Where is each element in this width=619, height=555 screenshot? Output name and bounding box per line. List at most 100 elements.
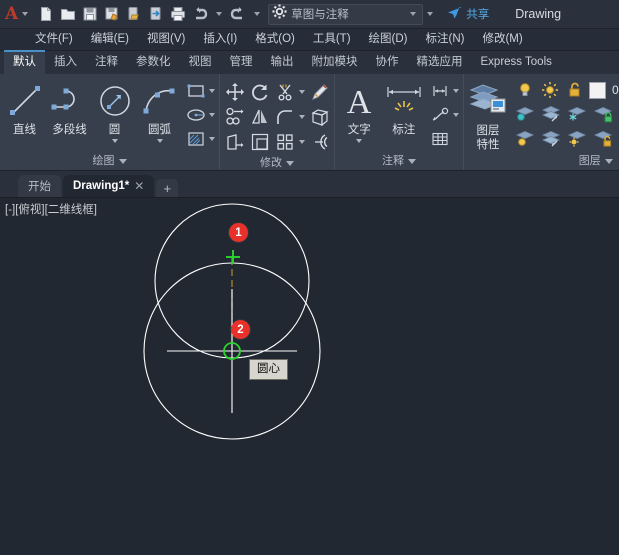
open-from-web-icon[interactable]	[146, 4, 166, 24]
array-icon[interactable]	[273, 130, 296, 153]
leader-row[interactable]	[429, 103, 459, 126]
layer-thaw-icon[interactable]	[566, 127, 589, 150]
close-icon[interactable]: ✕	[134, 180, 144, 192]
draw-circle-button[interactable]: 圆	[92, 77, 137, 143]
layer-off-icon[interactable]	[514, 102, 537, 125]
workspace-selector[interactable]: 草图与注释	[268, 4, 423, 25]
move-icon[interactable]	[223, 80, 246, 103]
array-chevron-down-icon[interactable]	[299, 140, 305, 144]
menu-item-dimension[interactable]: 标注(N)	[417, 29, 474, 50]
menu-item-draw[interactable]: 绘图(D)	[360, 29, 417, 50]
save-icon[interactable]	[80, 4, 100, 24]
share-button[interactable]: 共享	[447, 6, 489, 23]
ribbon-tab-manage[interactable]: 管理	[221, 52, 262, 74]
drawing-canvas[interactable]: [-][俯视][二维线框] 1 2 圆心	[0, 198, 619, 555]
layer-unisolate-icon[interactable]	[540, 127, 563, 150]
layers-panel-chevron-down-icon[interactable]	[605, 159, 613, 164]
layer-properties-button[interactable]: 图层 特性	[466, 77, 510, 152]
dimension-style-icon[interactable]	[429, 80, 451, 101]
stretch-icon[interactable]	[223, 130, 246, 153]
undo-icon[interactable]	[190, 4, 210, 24]
ribbon-tab-insert[interactable]: 插入	[45, 52, 86, 74]
annotation-text-chevron-down-icon[interactable]	[356, 139, 362, 143]
mirror-icon[interactable]	[248, 105, 271, 128]
ribbon-tab-collaborate[interactable]: 协作	[367, 52, 408, 74]
leader-chevron-down-icon[interactable]	[453, 113, 459, 117]
menu-item-tools[interactable]: 工具(T)	[304, 29, 360, 50]
ribbon-tab-home[interactable]: 默认	[4, 50, 45, 74]
draw-arc-button[interactable]: 圆弧	[137, 77, 182, 143]
draw-rectangle-row[interactable]	[185, 79, 215, 102]
draw-hatch-row[interactable]	[185, 127, 215, 150]
undo-chevron-down-icon[interactable]	[216, 12, 222, 16]
new-document-tab-button[interactable]: +	[156, 179, 178, 197]
menu-item-edit[interactable]: 编辑(E)	[82, 29, 138, 50]
ribbon-panel-draw-title[interactable]: 绘图	[2, 152, 217, 170]
ribbon-tab-featured-apps[interactable]: 精选应用	[408, 52, 472, 74]
ribbon-tab-output[interactable]: 输出	[262, 52, 303, 74]
redo-icon[interactable]	[228, 4, 248, 24]
menu-item-insert[interactable]: 插入(I)	[194, 29, 246, 50]
app-menu-chevron-down-icon[interactable]	[22, 12, 28, 16]
rectangle-chevron-down-icon[interactable]	[209, 89, 215, 93]
ribbon-tab-express-tools[interactable]: Express Tools	[472, 52, 561, 74]
unlock-icon[interactable]	[564, 80, 586, 101]
table-icon[interactable]	[429, 128, 451, 149]
hatch-icon[interactable]	[185, 128, 207, 149]
draw-panel-chevron-down-icon[interactable]	[119, 159, 127, 164]
redo-chevron-down-icon[interactable]	[254, 12, 260, 16]
hatch-chevron-down-icon[interactable]	[209, 137, 215, 141]
ribbon-panel-annotation-title[interactable]: 注释	[337, 152, 461, 170]
layer-isolate-icon[interactable]	[540, 102, 563, 125]
autocad-a-icon[interactable]: A	[5, 6, 18, 23]
layer-unlock-icon[interactable]	[592, 127, 615, 150]
lightbulb-on-icon[interactable]	[514, 80, 536, 101]
current-layer-value[interactable]: 0	[612, 83, 619, 97]
table-row-button[interactable]	[429, 127, 459, 150]
save-as-icon[interactable]	[102, 4, 122, 24]
ribbon-tab-annotate[interactable]: 注释	[86, 52, 127, 74]
sun-freeze-icon[interactable]	[539, 80, 561, 101]
menu-item-file[interactable]: 文件(F)	[26, 29, 82, 50]
ribbon-tab-view[interactable]: 视图	[180, 52, 221, 74]
open-file-icon[interactable]	[58, 4, 78, 24]
rectangle-icon[interactable]	[185, 80, 207, 101]
annotation-dimension-button[interactable]: 标注	[382, 77, 427, 137]
draw-ellipse-row[interactable]	[185, 103, 215, 126]
color-swatch-icon[interactable]	[589, 82, 606, 99]
ellipse-icon[interactable]	[185, 104, 207, 125]
layer-freeze-icon[interactable]	[566, 102, 589, 125]
ribbon-tab-parametric[interactable]: 参数化	[127, 52, 180, 74]
menu-item-view[interactable]: 视图(V)	[138, 29, 194, 50]
draw-circle-chevron-down-icon[interactable]	[112, 139, 118, 143]
fillet-chevron-down-icon[interactable]	[299, 115, 305, 119]
save-to-web-icon[interactable]	[124, 4, 144, 24]
document-tab-start[interactable]: 开始	[18, 175, 61, 197]
ribbon-panel-layers-title[interactable]: 图层	[466, 152, 619, 170]
layer-status-strip[interactable]: 0	[512, 77, 619, 101]
trim-chevron-down-icon[interactable]	[299, 90, 305, 94]
annotation-panel-chevron-down-icon[interactable]	[408, 159, 416, 164]
qat-customize-chevron-down-icon[interactable]	[427, 12, 433, 16]
dimension-style-chevron-down-icon[interactable]	[453, 89, 459, 93]
leader-icon[interactable]	[429, 104, 451, 125]
menu-item-modify[interactable]: 修改(M)	[473, 29, 531, 50]
copy-icon[interactable]	[223, 105, 246, 128]
draw-polyline-button[interactable]: 多段线	[47, 77, 92, 137]
rotate-icon[interactable]	[248, 80, 271, 103]
ribbon-panel-modify-title[interactable]: 修改	[222, 154, 332, 172]
document-tab-drawing1[interactable]: Drawing1* ✕	[63, 175, 154, 197]
offset-icon[interactable]	[308, 130, 331, 153]
layer-lock-icon[interactable]	[592, 102, 615, 125]
new-file-icon[interactable]	[36, 4, 56, 24]
trim-icon[interactable]	[273, 80, 296, 103]
menu-item-format[interactable]: 格式(O)	[246, 29, 304, 50]
scale-icon[interactable]	[248, 130, 271, 153]
fillet-icon[interactable]	[273, 105, 296, 128]
3d-array-icon[interactable]	[308, 105, 331, 128]
modify-panel-chevron-down-icon[interactable]	[286, 161, 294, 166]
draw-line-button[interactable]: 直线	[2, 77, 47, 137]
erase-icon[interactable]	[308, 80, 331, 103]
dimension-style-row[interactable]	[429, 79, 459, 102]
layer-on-icon[interactable]	[514, 127, 537, 150]
